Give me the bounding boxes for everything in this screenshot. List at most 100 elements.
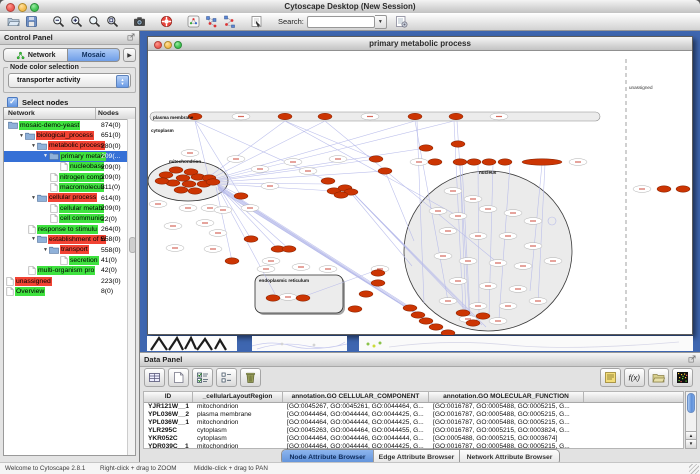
gene-node[interactable]: [244, 236, 258, 242]
tree-column-network[interactable]: Network: [4, 108, 96, 119]
gene-node[interactable]: [419, 318, 433, 324]
gene-label-node[interactable]: [279, 294, 297, 301]
gene-label-node[interactable]: [444, 188, 462, 195]
gene-label-node[interactable]: [524, 243, 542, 250]
tree-expand-icon[interactable]: ▼: [30, 236, 37, 242]
gene-label-node[interactable]: [509, 286, 527, 293]
node-color-dropdown[interactable]: transporter activity ▲▼: [8, 73, 131, 88]
gene-label-node[interactable]: [204, 246, 222, 253]
tree-item[interactable]: macromolecule311(0): [4, 182, 135, 192]
table-icon[interactable]: [144, 368, 165, 387]
gene-label-node[interactable]: [479, 206, 497, 213]
gene-label-node[interactable]: [504, 210, 522, 217]
zoom-fit-icon[interactable]: [103, 14, 121, 29]
gene-node[interactable]: [359, 291, 373, 297]
layout-organic-icon[interactable]: [202, 14, 220, 29]
resize-grip[interactable]: [689, 464, 699, 474]
gene-node[interactable]: [174, 187, 188, 193]
more-tabs-button[interactable]: ▶: [123, 48, 136, 62]
tree-column-nodes[interactable]: Nodes: [96, 108, 135, 119]
gene-node[interactable]: [403, 305, 417, 311]
scroll-down-icon[interactable]: ▼: [686, 439, 696, 448]
tree-item[interactable]: ▼cellular process614(0): [4, 193, 135, 203]
gene-label-node[interactable]: [479, 283, 497, 290]
gene-node[interactable]: [282, 246, 296, 252]
gene-node[interactable]: [453, 159, 467, 165]
save-icon[interactable]: [22, 14, 40, 29]
gene-label-node[interactable]: [241, 205, 259, 212]
table-scrollbar[interactable]: ▲ ▼: [685, 391, 697, 449]
gene-label-node[interactable]: [257, 266, 275, 273]
tree-item[interactable]: secretion41(0): [4, 255, 135, 265]
select-columns-icon[interactable]: [192, 368, 213, 387]
gene-label-node[interactable]: [464, 196, 482, 203]
table-scrollbar-thumb[interactable]: [687, 393, 695, 413]
gene-node[interactable]: [348, 306, 362, 312]
table-row[interactable]: YJR121W__1mitochondrion[GO:0045267, GO:0…: [144, 403, 683, 411]
gene-node[interactable]: [176, 175, 190, 181]
tree-item[interactable]: Overview8(0): [4, 286, 135, 296]
zoom-window-icon[interactable]: [30, 3, 39, 12]
edge[interactable]: [285, 121, 376, 159]
gene-label-node[interactable]: [227, 156, 245, 163]
gene-node[interactable]: [408, 113, 422, 119]
gene-node[interactable]: [676, 186, 690, 192]
zoom-in-icon[interactable]: [67, 14, 85, 29]
gene-node[interactable]: [169, 167, 183, 173]
tree-item[interactable]: ▼metabolic process280(0): [4, 141, 135, 151]
zoom-selected-icon[interactable]: [85, 14, 103, 29]
network-view-frame[interactable]: primary metabolic process: [147, 36, 693, 335]
gene-label-node[interactable]: [429, 208, 447, 215]
table-row[interactable]: YLR295Ccytoplasm[GO:0045263, GO:0044464,…: [144, 427, 683, 435]
gene-label-node[interactable]: [439, 298, 457, 305]
gene-node[interactable]: [296, 295, 310, 301]
gene-node[interactable]: [451, 141, 465, 147]
gene-node[interactable]: [155, 178, 169, 184]
close-window-icon[interactable]: [6, 3, 15, 12]
minimize-window-icon[interactable]: [18, 3, 27, 12]
gene-label-node[interactable]: [232, 113, 250, 120]
tree-scrollbar[interactable]: [127, 119, 135, 455]
zoom-out-icon[interactable]: [49, 14, 67, 29]
gene-node[interactable]: [657, 186, 671, 192]
gene-label-node[interactable]: [319, 266, 337, 273]
gene-node[interactable]: [206, 179, 220, 185]
gene-node[interactable]: [371, 270, 385, 276]
gene-node[interactable]: [321, 178, 335, 184]
network-view-icon[interactable]: [184, 14, 202, 29]
gene-label-node[interactable]: [449, 213, 467, 220]
tree-item[interactable]: ▼transport558(0): [4, 245, 135, 255]
function-icon[interactable]: f(x): [624, 368, 645, 387]
gene-label-node[interactable]: [524, 218, 542, 225]
gene-label-node[interactable]: [490, 113, 508, 120]
background-window-sliver[interactable]: [147, 336, 237, 351]
matrix-icon[interactable]: [672, 368, 693, 387]
edge[interactable]: [210, 121, 285, 176]
gene-label-node[interactable]: [434, 253, 452, 260]
gene-node[interactable]: [225, 258, 239, 264]
gene-node[interactable]: [466, 320, 480, 326]
gene-node[interactable]: [188, 188, 202, 194]
tab-network[interactable]: Network: [3, 48, 67, 62]
gene-label-node[interactable]: [499, 233, 517, 240]
table-column-header[interactable]: annotation.GO MOLECULAR_FUNCTION: [429, 392, 584, 402]
tree-item[interactable]: response to stimulu264(0): [4, 224, 135, 234]
gene-label-node[interactable]: [299, 168, 317, 175]
open-icon[interactable]: [4, 14, 22, 29]
snapshot-icon[interactable]: [130, 14, 148, 29]
tree-expand-icon[interactable]: ▼: [30, 195, 37, 201]
gene-label-node[interactable]: [439, 228, 457, 235]
tree-item[interactable]: nitrogen compo209(0): [4, 172, 135, 182]
gene-label-node[interactable]: [196, 220, 214, 227]
tab-mosaic[interactable]: Mosaic: [67, 48, 120, 62]
gene-label-node[interactable]: [529, 298, 547, 305]
table-column-header[interactable]: annotation.GO CELLULAR_COMPONENT: [283, 392, 429, 402]
tree-item[interactable]: cell communicat22(0): [4, 214, 135, 224]
gene-label-node[interactable]: [179, 205, 197, 212]
tree-item[interactable]: multi-organism pro42(0): [4, 265, 135, 275]
tree-expand-icon[interactable]: ▼: [18, 133, 25, 139]
search-dropdown-icon[interactable]: ▼: [375, 15, 387, 29]
gene-label-node[interactable]: [164, 223, 182, 230]
gene-label-node[interactable]: [166, 245, 184, 252]
gene-node[interactable]: [522, 159, 562, 165]
